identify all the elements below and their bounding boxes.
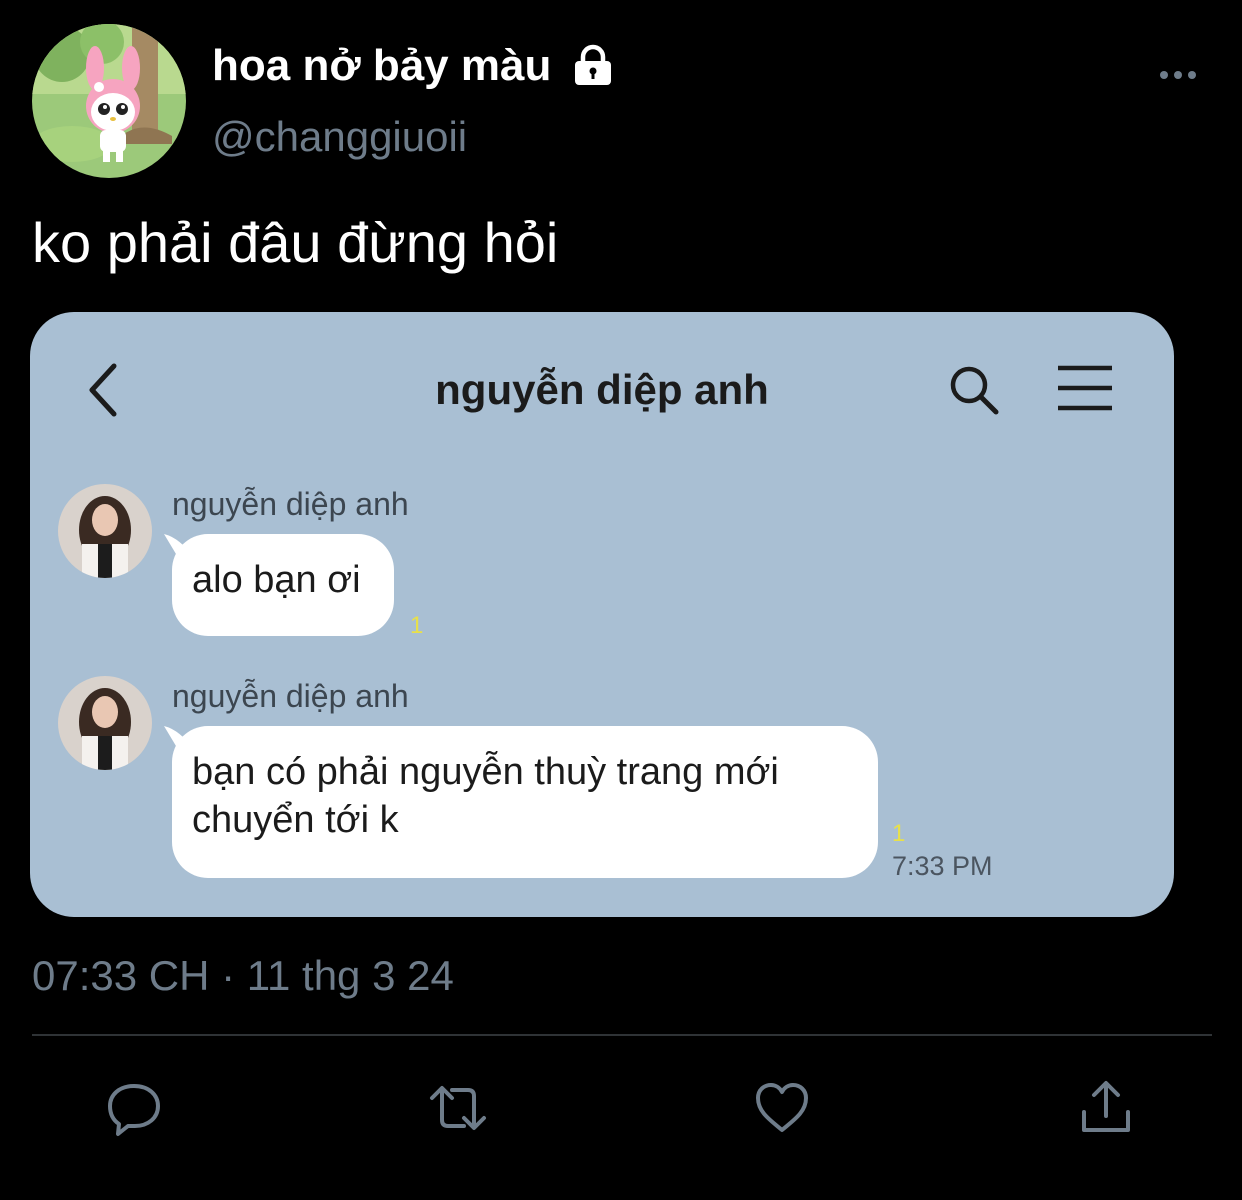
retweet-icon[interactable] [428, 1078, 488, 1138]
lock-icon [571, 44, 615, 88]
search-icon [946, 362, 1002, 418]
message-bubble: alo bạn ơi [172, 534, 394, 636]
display-name-text[interactable]: hoa nở bảy màu [212, 40, 551, 92]
like-icon[interactable] [752, 1078, 812, 1138]
display-name[interactable]: hoa nở bảy màu [212, 40, 615, 92]
sender-name: nguyễn diệp anh [172, 486, 409, 522]
attached-image[interactable]: nguyễn diệp anh nguyễn diệp anh alo bạn … [30, 312, 1174, 917]
message-bubble: bạn có phải nguyễn thuỳ trang mới chuyển… [172, 726, 878, 878]
user-handle[interactable]: @changgiuoii [212, 112, 467, 162]
chat-title: nguyễn diệp anh [435, 366, 769, 413]
more-dots-icon[interactable] [1156, 60, 1200, 90]
message-text-line-2: chuyển tới k [192, 799, 399, 841]
tweet-timestamp[interactable]: 07:33 CH · 11 thg 3 24 [32, 950, 454, 1002]
sender-avatar [58, 484, 152, 578]
message-text: alo bạn ơi [192, 559, 361, 601]
menu-icon [1056, 364, 1114, 412]
read-count: 1 [892, 820, 906, 847]
sender-name: nguyễn diệp anh [172, 678, 409, 714]
share-icon[interactable] [1076, 1078, 1136, 1138]
reply-icon[interactable] [104, 1078, 164, 1138]
profile-avatar[interactable] [32, 24, 186, 178]
message-time: 7:33 PM [892, 851, 993, 881]
tweet-text: ko phải đâu đừng hỏi [32, 211, 559, 274]
sender-avatar [58, 676, 152, 770]
divider [32, 1034, 1212, 1036]
read-count: 1 [410, 612, 424, 639]
message-text-line-1: bạn có phải nguyễn thuỳ trang mới [192, 751, 779, 793]
